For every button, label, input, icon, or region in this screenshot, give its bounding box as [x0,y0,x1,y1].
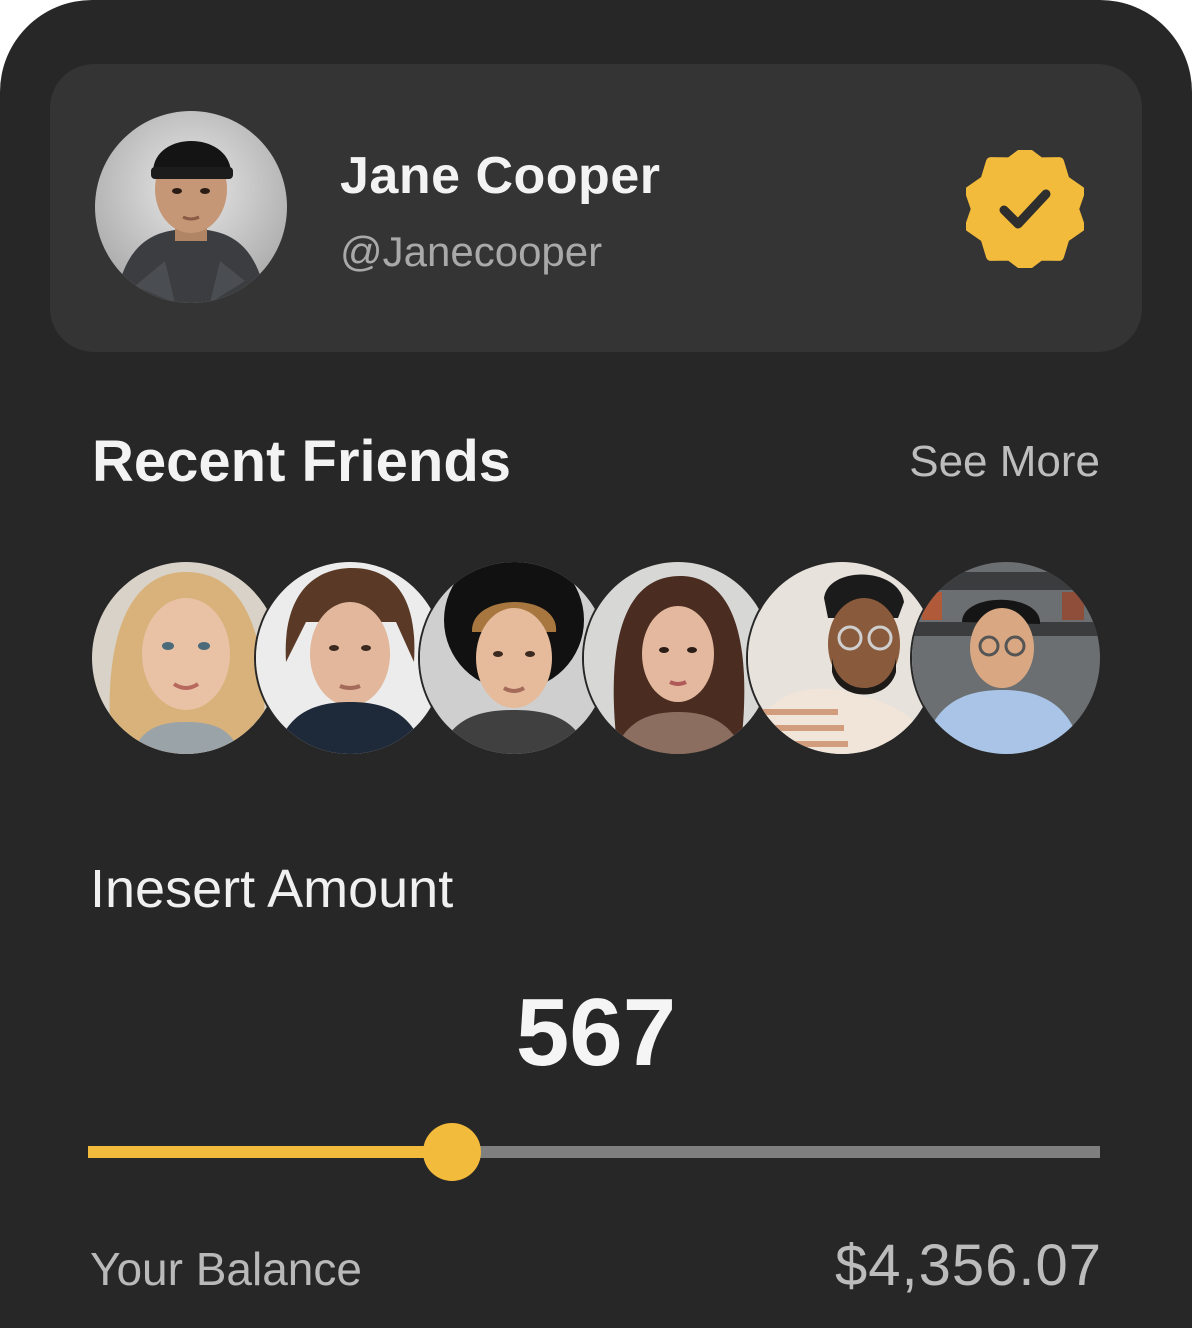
balance-value: $4,356.07 [834,1233,1102,1298]
insert-amount-label: Inesert Amount [90,859,454,919]
profile-handle: @Janecooper [340,228,603,275]
recent-friends-title: Recent Friends [92,429,511,494]
send-money-card: Jane Cooper @Janecooper Recent Friends S… [0,0,1192,1328]
friend-avatar[interactable] [420,562,608,754]
slider-thumb[interactable] [423,1123,481,1181]
avatar-photo-blonde-woman-icon [92,562,280,754]
avatar-photo-man-glasses-beard-icon [748,562,936,754]
see-more-link[interactable]: See More [900,437,1100,487]
amount-value[interactable]: 567 [0,978,1192,1088]
friend-avatar[interactable] [92,562,280,754]
avatar [95,111,287,303]
friends-avatar-row [92,562,1102,754]
slider-fill [88,1146,452,1158]
avatar-photo-man-curly-hat-icon [420,562,608,754]
friend-avatar[interactable] [256,562,444,754]
friend-avatar[interactable] [748,562,936,754]
avatar-photo-man-beanie-icon [115,141,267,303]
balance-label: Your Balance [90,1243,362,1295]
profile-card[interactable]: Jane Cooper @Janecooper [50,64,1142,352]
avatar-photo-brunette-woman-icon [584,562,772,754]
avatar-photo-man-glasses-icon [912,562,1100,754]
avatar-photo-young-man-icon [256,562,444,754]
friend-avatar[interactable] [584,562,772,754]
amount-slider[interactable] [88,1118,1100,1184]
verified-badge-icon [966,150,1084,268]
friend-avatar[interactable] [912,562,1100,754]
profile-name: Jane Cooper [340,147,661,205]
